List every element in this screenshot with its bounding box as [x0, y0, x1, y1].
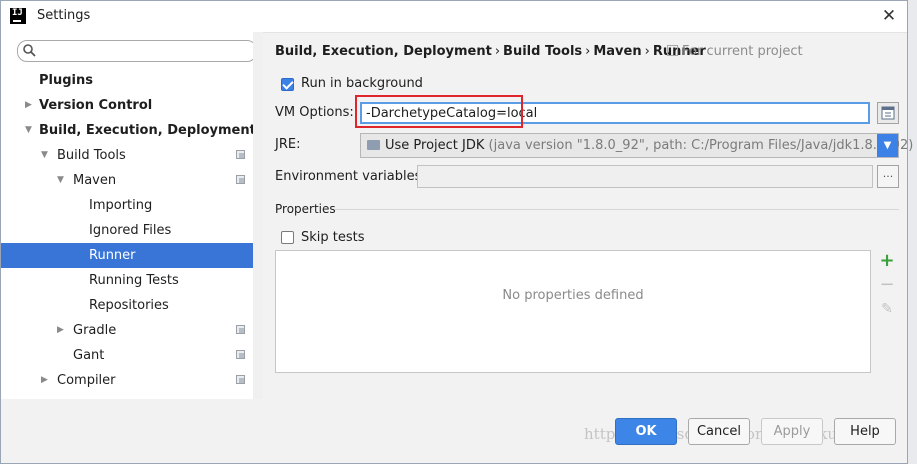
jre-value: Use Project JDK: [385, 138, 485, 153]
sidebar-item-compiler[interactable]: ▶ Compiler: [1, 368, 253, 393]
highlight-box: [355, 95, 523, 128]
run-in-background-label: Run in background: [301, 76, 423, 91]
breadcrumb: Build, Execution, Deployment › Build Tools…: [275, 44, 706, 59]
expand-vm-options-button[interactable]: [877, 102, 899, 124]
skip-tests-label: Skip tests: [301, 230, 365, 245]
sidebar-item-plugins[interactable]: Plugins: [1, 68, 253, 93]
settings-dialog: IJ Settings ✕ Plugins ▶ Version Control ▼ Bu…: [0, 0, 913, 464]
breadcrumb-item: Build Tools: [503, 44, 583, 59]
sidebar-item-label: Importing: [89, 198, 153, 213]
edit-pencil-icon[interactable]: ✎: [878, 300, 896, 318]
sidebar-item-label: Ignored Files: [89, 223, 172, 238]
sidebar-item-label: Version Control: [39, 98, 153, 113]
env-variables-field[interactable]: [417, 165, 873, 188]
chevron-down-icon[interactable]: ▼: [41, 143, 51, 168]
title-bar: IJ Settings ✕: [1, 1, 907, 33]
project-settings-icon: [236, 325, 245, 334]
project-settings-icon: [236, 375, 245, 384]
section-divider: [335, 209, 899, 210]
sidebar-item-label: Gradle: [73, 323, 117, 338]
sidebar-item-running-tests[interactable]: Running Tests: [1, 268, 253, 293]
dialog-footer: http://blog.csdn.net/zongf1hunkui OK Can…: [1, 399, 907, 463]
remove-icon[interactable]: −: [878, 276, 896, 294]
sidebar-item-label: Maven: [73, 173, 117, 188]
project-settings-icon: [236, 350, 245, 359]
window-title: Settings: [37, 8, 91, 23]
breadcrumb-item: Maven: [593, 44, 642, 59]
intellij-app-icon: IJ: [10, 8, 26, 24]
sidebar-scrollbar[interactable]: [253, 32, 263, 399]
chevron-down-icon[interactable]: ▼: [57, 168, 67, 193]
settings-sidebar: Plugins ▶ Version Control ▼ Build, Execution…: [1, 32, 263, 399]
sidebar-item-label: Running Tests: [89, 273, 179, 288]
help-button[interactable]: Help: [834, 418, 896, 445]
cancel-button[interactable]: Cancel: [688, 418, 750, 445]
breadcrumb-separator: ›: [494, 44, 501, 59]
properties-table[interactable]: No properties defined: [275, 250, 871, 373]
sidebar-item-label: Gant: [73, 348, 105, 363]
search-icon: [23, 44, 36, 57]
chevron-right-icon[interactable]: ▶: [41, 368, 51, 393]
close-button[interactable]: ✕: [878, 6, 900, 26]
sidebar-item-runner[interactable]: Runner: [1, 243, 253, 268]
sidebar-item-label: Plugins: [39, 73, 93, 88]
chevron-down-icon[interactable]: ▼: [877, 134, 898, 157]
sidebar-item-label: Compiler: [57, 373, 116, 388]
project-scope-icon: [667, 45, 678, 56]
sidebar-item-label: Build, Execution, Deployment: [39, 123, 256, 138]
sidebar-item-ignored-files[interactable]: Ignored Files: [1, 218, 253, 243]
add-icon[interactable]: +: [878, 252, 896, 270]
search-input[interactable]: [17, 40, 257, 62]
jre-select[interactable]: Use Project JDK (java version "1.8.0_92"…: [360, 133, 913, 158]
apply-button[interactable]: Apply: [761, 418, 823, 445]
ok-button[interactable]: OK: [615, 418, 677, 445]
sidebar-item-gant[interactable]: Gant: [1, 343, 253, 368]
properties-toolbar: + − ✎: [875, 250, 899, 373]
project-scope-label: For current project: [667, 44, 803, 59]
sidebar-item-importing[interactable]: Importing: [1, 193, 253, 218]
breadcrumb-separator: ›: [585, 44, 591, 59]
sidebar-item-maven[interactable]: ▼ Maven: [1, 168, 253, 193]
project-settings-icon: [236, 175, 245, 184]
jre-label: JRE:: [275, 137, 301, 152]
skip-tests-checkbox[interactable]: [281, 231, 294, 244]
run-in-background-checkbox[interactable]: [281, 78, 294, 91]
env-variables-label: Environment variables:: [275, 169, 426, 184]
properties-heading: Properties: [275, 202, 336, 216]
chevron-right-icon[interactable]: ▶: [57, 318, 67, 343]
sidebar-item-build-tools[interactable]: ▼ Build Tools: [1, 143, 253, 168]
breadcrumb-separator: ›: [644, 44, 650, 59]
project-settings-icon: [236, 150, 245, 159]
breadcrumb-item: Build, Execution, Deployment: [275, 44, 492, 59]
empty-table-text: No properties defined: [502, 288, 644, 303]
expand-editor-icon: [881, 106, 895, 120]
sidebar-item-label: Runner: [89, 248, 136, 263]
sidebar-item-label: Repositories: [89, 298, 169, 313]
chevron-right-icon[interactable]: ▶: [25, 93, 35, 118]
sidebar-item-repositories[interactable]: Repositories: [1, 293, 253, 318]
background-window-strip: [908, 0, 917, 464]
sidebar-item-label: Build Tools: [57, 148, 126, 163]
project-scope-text: For current project: [682, 44, 803, 59]
jre-detail: (java version "1.8.0_92", path: C:/Progr…: [488, 138, 914, 153]
chevron-down-icon[interactable]: ▼: [25, 118, 35, 143]
edit-env-variables-button[interactable]: ...: [877, 165, 899, 188]
runner-settings-panel: Build, Execution, Deployment › Build Tools…: [263, 32, 913, 399]
sidebar-item-build-execution-deployment[interactable]: ▼ Build, Execution, Deployment: [1, 118, 256, 143]
vm-options-label: VM Options:: [275, 105, 354, 120]
sidebar-item-version-control[interactable]: ▶ Version Control: [1, 93, 253, 118]
sidebar-item-gradle[interactable]: ▶ Gradle: [1, 318, 253, 343]
folder-icon: [367, 140, 380, 150]
